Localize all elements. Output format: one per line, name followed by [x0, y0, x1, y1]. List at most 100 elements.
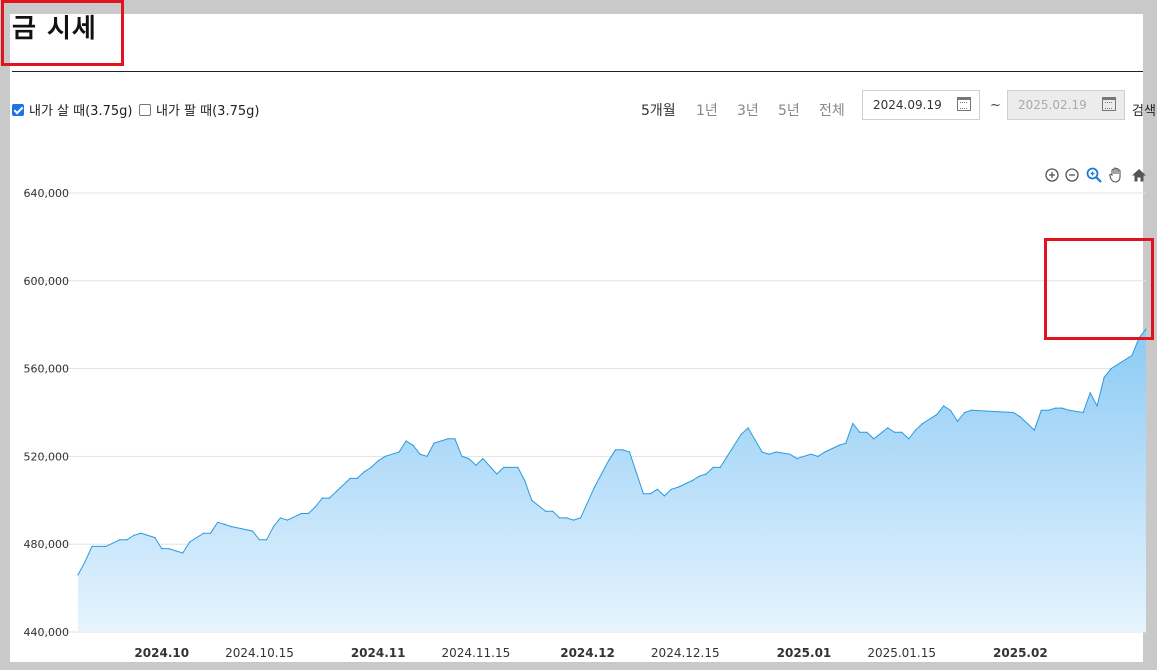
- x-tick-label: 2024.10: [134, 646, 189, 660]
- x-tick-label: 2024.12: [560, 646, 615, 660]
- home-icon[interactable]: [1130, 166, 1148, 184]
- data-point: [168, 548, 170, 550]
- data-point: [510, 466, 512, 468]
- data-point: [691, 479, 693, 482]
- data-point: [140, 532, 142, 534]
- data-point: [314, 506, 316, 508]
- zoom-out-icon[interactable]: [1063, 166, 1081, 184]
- data-point: [265, 539, 268, 541]
- data-point: [663, 495, 666, 497]
- data-point: [258, 539, 261, 541]
- x-tick-label: 2025.01: [777, 646, 832, 660]
- data-point: [210, 532, 212, 534]
- data-point: [949, 409, 952, 411]
- data-point: [419, 453, 421, 455]
- data-point: [859, 431, 861, 433]
- y-tick-label: 640,000: [24, 187, 70, 200]
- data-point: [321, 497, 323, 499]
- data-point: [642, 493, 645, 495]
- x-tick-label: 2024.11.15: [442, 646, 511, 660]
- data-point: [531, 499, 533, 501]
- data-point: [405, 440, 407, 442]
- data-point: [705, 473, 707, 475]
- y-tick-label: 520,000: [24, 450, 70, 463]
- data-point: [335, 490, 337, 493]
- x-tick-label: 2024.10.15: [225, 646, 294, 660]
- data-point: [670, 488, 672, 490]
- zoom-in-icon[interactable]: [1043, 166, 1061, 184]
- data-point: [524, 479, 526, 482]
- data-point: [1110, 368, 1112, 370]
- data-point: [272, 526, 275, 528]
- data-point: [1033, 429, 1035, 431]
- data-point: [873, 438, 875, 440]
- data-point: [545, 510, 547, 512]
- data-point: [286, 519, 288, 521]
- x-tick-label: 2024.11: [351, 646, 406, 660]
- data-point: [607, 460, 610, 462]
- data-point: [956, 420, 959, 422]
- data-point: [775, 451, 777, 453]
- data-point: [1040, 409, 1042, 411]
- data-point: [133, 534, 135, 537]
- pan-hand-icon[interactable]: [1107, 166, 1125, 184]
- data-point: [1012, 411, 1015, 414]
- y-tick-label: 480,000: [24, 538, 70, 551]
- magnifier-icon[interactable]: [1085, 166, 1103, 184]
- data-point: [433, 442, 435, 444]
- data-point: [614, 449, 617, 451]
- data-point: [426, 455, 428, 457]
- x-tick-label: 2024.12.15: [651, 646, 720, 660]
- data-point: [503, 466, 505, 468]
- data-point: [915, 429, 917, 431]
- data-point: [475, 464, 477, 466]
- data-point: [922, 422, 924, 425]
- data-point: [573, 519, 575, 521]
- data-point: [398, 451, 400, 453]
- data-point: [482, 458, 484, 460]
- data-point: [231, 526, 233, 528]
- data-point: [1089, 392, 1091, 394]
- data-point: [468, 458, 470, 460]
- data-point: [1103, 376, 1105, 378]
- y-tick-label: 440,000: [24, 626, 70, 639]
- data-point: [559, 517, 561, 519]
- data-point: [447, 438, 449, 440]
- data-point: [84, 561, 86, 563]
- data-point: [454, 438, 456, 440]
- data-point: [279, 517, 281, 519]
- data-point: [1019, 416, 1022, 418]
- data-point: [1131, 354, 1133, 356]
- data-point: [747, 427, 749, 429]
- data-point: [307, 512, 309, 515]
- data-point: [677, 486, 679, 488]
- data-point: [768, 453, 770, 455]
- data-point: [1061, 407, 1063, 409]
- data-point: [600, 473, 603, 475]
- data-point: [77, 574, 79, 576]
- data-point: [217, 521, 219, 523]
- data-point: [189, 541, 191, 543]
- data-point: [901, 431, 903, 433]
- data-point: [412, 444, 414, 446]
- data-point: [1047, 409, 1049, 411]
- data-point: [356, 477, 358, 479]
- y-tick-label: 560,000: [24, 363, 70, 376]
- data-point: [1068, 409, 1070, 411]
- data-point: [894, 431, 896, 433]
- data-point: [182, 552, 184, 554]
- data-point: [203, 532, 205, 534]
- data-point: [349, 477, 351, 479]
- data-point: [936, 414, 938, 416]
- data-point: [593, 486, 596, 488]
- gold-price-chart: 440,000 480,000 520,000 560,000 600,000 640,0…: [24, 187, 1147, 660]
- data-point: [496, 473, 498, 475]
- data-point: [838, 444, 840, 446]
- data-point: [628, 451, 631, 453]
- data-point: [328, 497, 330, 499]
- data-point: [719, 466, 721, 468]
- data-point: [789, 453, 791, 455]
- y-tick-label: 600,000: [24, 275, 70, 288]
- data-point: [970, 409, 973, 411]
- data-point: [866, 431, 868, 433]
